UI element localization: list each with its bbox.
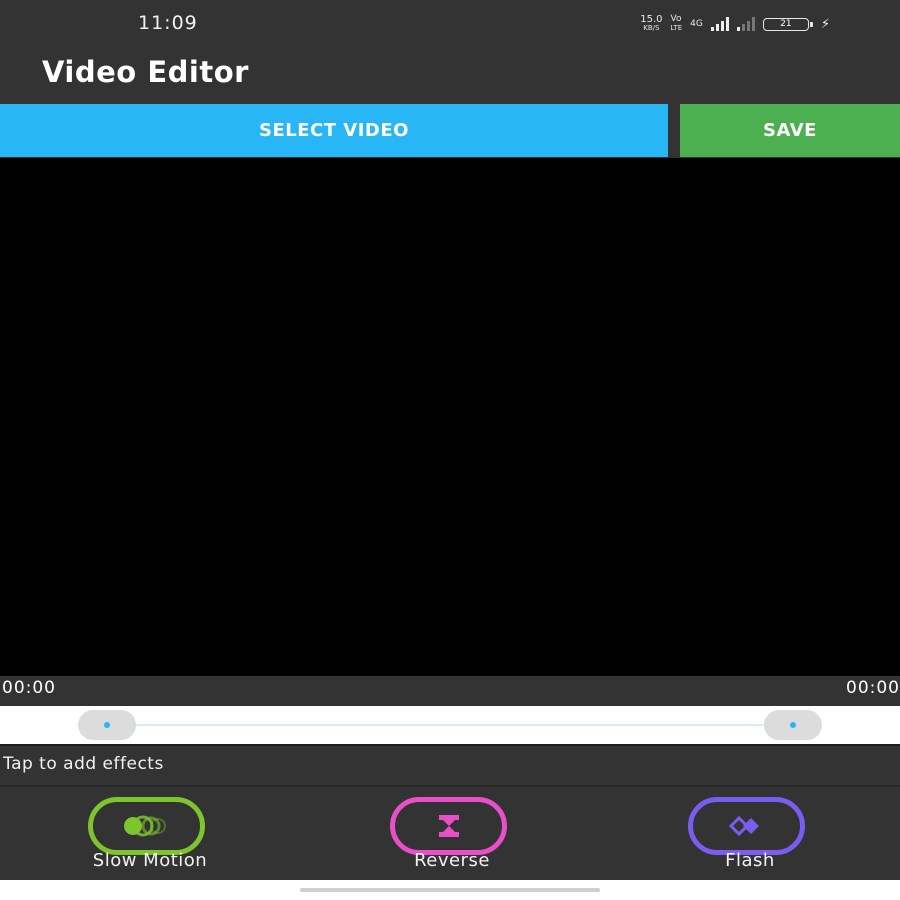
slow-motion-button[interactable]: Slow Motion: [50, 794, 250, 874]
status-bar: 11:09 15.0 KB/S Vo LTE 4G 21 ⚡: [0, 0, 900, 52]
battery-icon: 21: [762, 17, 813, 31]
volte-sub-label: LTE: [670, 24, 683, 32]
battery-level: 21: [780, 19, 792, 29]
slow-motion-label: Slow Motion: [92, 850, 208, 871]
network-speed-unit: KB/S: [643, 24, 660, 32]
trim-start-handle[interactable]: [78, 710, 136, 740]
reverse-label: Reverse: [414, 850, 490, 871]
video-editor-screen: 11:09 15.0 KB/S Vo LTE 4G 21 ⚡ Video Edi…: [0, 0, 900, 900]
trim-range-slider[interactable]: [0, 706, 900, 744]
signal-icon: [710, 17, 729, 31]
divider: [0, 744, 900, 746]
divider: [0, 785, 900, 787]
volte-indicator: Vo LTE: [671, 15, 683, 33]
charging-icon: ⚡: [820, 16, 830, 32]
time-row: 00:00 00:00: [0, 676, 900, 706]
network-speed-value: 15.0: [640, 14, 663, 25]
current-time: 00:00: [2, 678, 56, 698]
network-speed: 15.0 KB/S: [640, 15, 662, 33]
slow-motion-icon: [88, 797, 205, 855]
select-video-button[interactable]: SELECT VIDEO: [0, 104, 668, 157]
effects-hint: Tap to add effects: [3, 754, 164, 774]
network-type-label: 4G: [690, 18, 703, 29]
flash-label: Flash: [725, 850, 775, 871]
signal-icon-secondary: [736, 17, 755, 31]
status-icons: 15.0 KB/S Vo LTE 4G 21 ⚡: [640, 15, 830, 33]
status-time: 11:09: [138, 12, 198, 34]
network-type-indicator: 4G: [690, 18, 703, 29]
slider-track[interactable]: [107, 724, 793, 726]
home-indicator[interactable]: [300, 888, 600, 892]
total-time: 00:00: [846, 678, 900, 698]
page-title: Video Editor: [42, 55, 249, 89]
flash-icon: [688, 797, 805, 855]
trim-end-handle[interactable]: [764, 710, 822, 740]
reverse-button[interactable]: Reverse: [352, 794, 552, 874]
reverse-icon: [390, 797, 507, 855]
video-preview[interactable]: [0, 158, 900, 676]
trim-end-handle-dot: [790, 722, 796, 728]
trim-start-handle-dot: [104, 722, 110, 728]
volte-label: Vo: [670, 14, 682, 24]
flash-button[interactable]: Flash: [650, 794, 850, 874]
save-button[interactable]: SAVE: [680, 104, 900, 157]
